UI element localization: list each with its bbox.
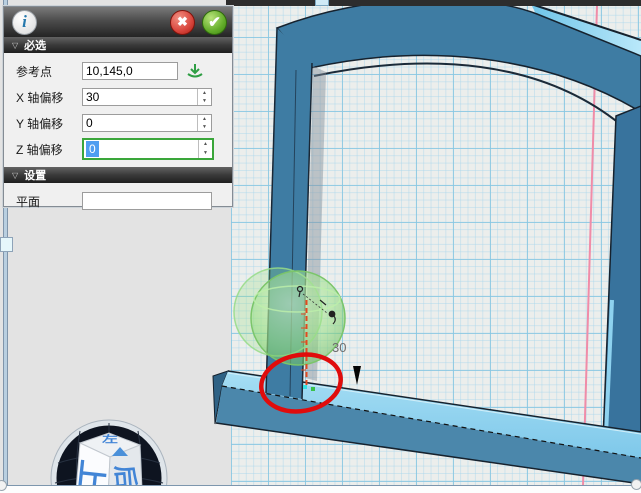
z-offset-stepper-active[interactable]: 0 ▲ ▼ [82,138,214,160]
y-offset-label: Y 轴偏移 [16,115,82,132]
reference-point-row: 参考点 [16,61,224,81]
view-cube[interactable]: 上 后 左 [50,403,168,493]
plane-label: 平面 [16,193,82,210]
y-offset-stepper[interactable]: ▲ ▼ [82,114,212,132]
cursor-arrow [353,366,361,385]
offset-dimension-label: 30 [332,340,346,355]
info-icon[interactable]: i [12,10,37,35]
base-point-marker [311,387,315,391]
collapse-icon: ▽ [12,41,18,50]
dialog-header: i ✖ ✔ [4,7,232,37]
bottom-margin [0,486,641,493]
cancel-button[interactable]: ✖ [170,10,195,35]
viewport-top-bar [226,0,641,6]
plane-input[interactable] [82,192,212,210]
plane-row: 平面 [16,191,224,211]
x-offset-spinner[interactable]: ▲ ▼ [197,89,211,105]
spin-down-icon[interactable]: ▼ [199,149,212,158]
section-required-title: 必选 [24,37,46,53]
section-settings[interactable]: ▽ 设置 [4,167,232,183]
top-collapse-tab[interactable] [315,0,329,6]
x-offset-row: X 轴偏移 ▲ ▼ [16,87,224,107]
pick-point-button[interactable] [184,62,206,80]
pick-point-icon [186,63,204,79]
spin-down-icon[interactable]: ▼ [198,123,211,131]
window-frame-model[interactable] [213,0,641,484]
sphere-manipulator[interactable] [234,268,345,365]
x-offset-input[interactable] [83,89,201,105]
spin-up-icon[interactable]: ▲ [199,140,212,149]
z-offset-selected-value[interactable]: 0 [86,141,99,157]
z-offset-spinner[interactable]: ▲ ▼ [198,140,212,158]
snap-point-marker [303,385,307,389]
spin-up-icon[interactable]: ▲ [198,115,211,123]
section-settings-title: 设置 [24,167,46,183]
scroll-handle-right[interactable] [631,479,641,490]
collapse-icon: ▽ [12,171,18,180]
offset-properties-dialog: i ✖ ✔ ▽ 必选 参考点 X 轴偏移 [3,6,233,207]
x-offset-stepper[interactable]: ▲ ▼ [82,88,212,106]
splitter-collapse-handle[interactable] [0,237,13,252]
z-offset-row: Z 轴偏移 0 ▲ ▼ [16,139,224,159]
x-offset-label: X 轴偏移 [16,89,82,106]
cube-top-label: 左 [101,433,118,445]
spin-up-icon[interactable]: ▲ [198,89,211,97]
reference-point-label: 参考点 [16,63,82,80]
section-required[interactable]: ▽ 必选 [4,37,232,53]
y-offset-row: Y 轴偏移 ▲ ▼ [16,113,224,133]
z-offset-label: Z 轴偏移 [16,141,82,158]
reference-point-input[interactable] [82,62,178,80]
y-offset-spinner[interactable]: ▲ ▼ [197,115,211,131]
spin-down-icon[interactable]: ▼ [198,97,211,105]
y-offset-input[interactable] [83,115,201,131]
confirm-button[interactable]: ✔ [202,10,227,35]
